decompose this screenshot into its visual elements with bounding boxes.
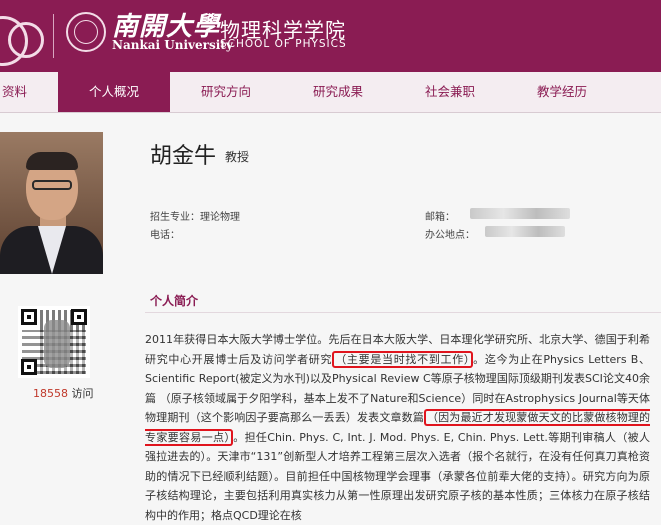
nav-item-research-direction[interactable]: 研究方向 xyxy=(170,72,282,112)
major-value: 理论物理 xyxy=(200,212,240,223)
qr-code xyxy=(18,306,90,378)
phone-label: 电话： xyxy=(150,230,180,241)
visit-count: 18558 xyxy=(33,387,68,400)
intro-heading: 个人简介 xyxy=(150,294,199,308)
header-divider xyxy=(53,14,54,58)
profile-photo xyxy=(0,132,103,274)
major-label-text: 招生专业： xyxy=(150,212,200,223)
nav-item-research-results[interactable]: 研究成果 xyxy=(282,72,394,112)
visit-counter: 18558 访问 xyxy=(33,385,94,401)
nav-item-social-positions[interactable]: 社会兼职 xyxy=(394,72,506,112)
profile-name: 胡金牛 xyxy=(150,144,217,169)
main-nav: 资料 个人概况 研究方向 研究成果 社会兼职 教学经历 xyxy=(0,72,661,113)
university-name-en[interactable]: Nankai University xyxy=(112,38,233,52)
university-seal-icon[interactable] xyxy=(66,12,106,52)
visit-label: 访问 xyxy=(71,387,94,400)
major-label: 招生专业：理论物理 xyxy=(150,208,240,223)
office-label: 办公地点： xyxy=(425,230,475,241)
email-label: 邮箱： xyxy=(425,212,455,223)
email-value-redacted xyxy=(470,208,570,219)
nav-item-profile-data[interactable]: 资料 xyxy=(0,72,40,112)
school-name-en[interactable]: SCHOOL OF PHYSICS xyxy=(220,38,347,50)
section-divider xyxy=(145,312,661,313)
highlight-box: （主要是当时找不到工作） xyxy=(332,350,474,368)
logo-ring-icon xyxy=(8,22,44,58)
profile-title: 教授 xyxy=(225,150,250,164)
intro-text: 2011年获得日本大阪大学博士学位。先后在日本大阪大学、日本理化学研究所、北京大… xyxy=(145,330,651,525)
nav-item-teaching[interactable]: 教学经历 xyxy=(506,72,618,112)
site-header: 南開大學 物理科学学院 Nankai University SCHOOL OF … xyxy=(0,0,661,72)
office-value-redacted xyxy=(485,226,565,237)
nav-item-overview[interactable]: 个人概况 xyxy=(58,72,170,112)
